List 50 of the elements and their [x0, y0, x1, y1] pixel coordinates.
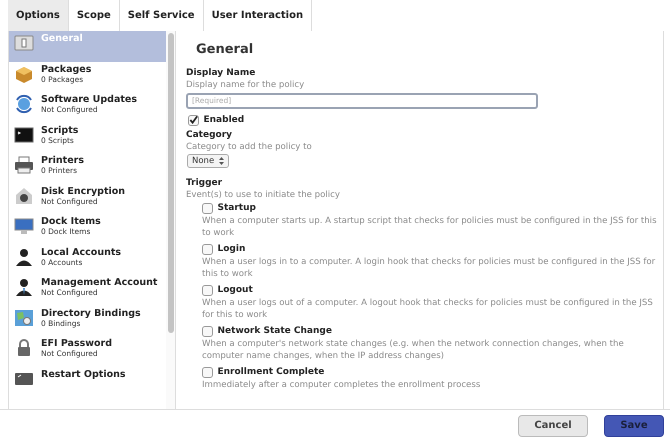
terminal-icon	[14, 124, 34, 144]
checkbox[interactable]	[188, 114, 199, 126]
checkbox[interactable]	[202, 203, 213, 214]
item-title: Packages	[41, 64, 92, 74]
event-description: Immediately after a computer completes the enrollment process	[202, 379, 482, 392]
field-label: Category	[186, 130, 234, 141]
field-hint: Event(s) to use to initiate the policy	[186, 189, 341, 201]
printer-icon	[14, 155, 34, 175]
stepper-arrows-icon	[218, 157, 224, 165]
item-title: General	[41, 33, 83, 44]
item-title: Scripts	[41, 124, 78, 136]
checkbox-label: Startup	[218, 203, 256, 214]
checkbox-label: Login	[218, 244, 246, 256]
item-title: Software Updates	[41, 94, 138, 105]
field-hint: Display name for the policy	[186, 78, 306, 90]
event-description: When a computer starts up. A startup script that checks for policies must be configured in the JSS for this to work	[202, 215, 658, 240]
map-icon	[14, 308, 34, 328]
select-dropdown[interactable]: None	[187, 154, 229, 168]
item-title: Dock Items	[41, 216, 101, 227]
item-title: Management Account	[41, 277, 158, 288]
item-title: Local Accounts	[41, 246, 122, 258]
item-title: Directory Bindings	[41, 308, 141, 318]
item-title: Disk Encryption	[41, 186, 126, 196]
cancel-button[interactable]: Cancel	[518, 414, 588, 436]
checkbox-label: Enrollment Complete	[218, 367, 324, 378]
checkbox[interactable]	[202, 367, 213, 378]
checkbox[interactable]	[202, 326, 213, 338]
field-label: Display Name	[186, 68, 256, 78]
field-hint: Category to add the policy to	[186, 141, 313, 153]
sidebar-item[interactable]: Restart Options	[9, 366, 166, 397]
scrollbar-thumb[interactable]	[168, 33, 174, 333]
section-heading: General	[196, 41, 254, 59]
checkbox-label: Network State Change	[218, 326, 332, 338]
event-description: When a user logs in to a computer. A login hook that checks for policies must be configured in the JSS for this to work	[202, 256, 656, 280]
item-title: Restart Options	[41, 368, 126, 380]
field-label: Trigger	[186, 178, 224, 189]
switch-icon	[14, 33, 34, 53]
checkbox[interactable]	[202, 244, 213, 256]
person-icon	[14, 246, 34, 266]
sync-globe-icon	[14, 94, 34, 114]
checkbox-label: Logout	[218, 285, 253, 296]
tab[interactable]: Options	[8, 0, 69, 31]
item-title: Printers	[41, 155, 84, 166]
event-description: When a computer's network state changes (e.g. when the network connection changes, when the computer name changes, when the IP address changes)	[202, 338, 625, 362]
item-title: EFI Password	[41, 338, 112, 349]
monitor-icon	[14, 216, 34, 236]
checkbox[interactable]	[202, 285, 213, 296]
event-description: When a user logs out of a computer. A logout hook that checks for policies must be configured in the JSS for this to work	[202, 297, 654, 322]
checkbox-label: Enabled	[204, 114, 244, 126]
person-tie-icon	[14, 277, 34, 297]
